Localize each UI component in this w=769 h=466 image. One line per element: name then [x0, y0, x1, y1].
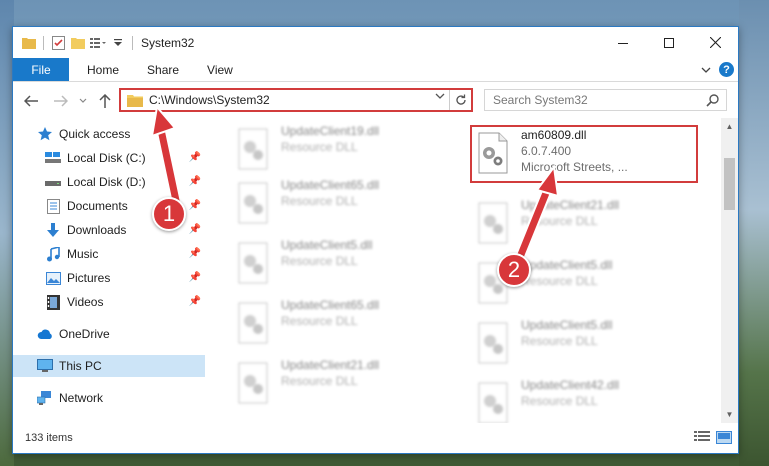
new-folder-icon[interactable] [70, 35, 86, 51]
back-arrow-icon [24, 95, 38, 107]
title-bar: System32 [13, 27, 738, 58]
music-icon [45, 246, 61, 262]
list-item[interactable]: UpdateClient21.dll Resource DLL [233, 357, 463, 407]
documents-icon [45, 198, 61, 214]
list-item[interactable]: UpdateClient42.dll Resource DLL [473, 377, 703, 427]
scroll-up-icon[interactable]: ▲ [721, 118, 738, 135]
sidebar-item-network[interactable]: Network [13, 387, 205, 409]
forward-button[interactable] [51, 91, 71, 111]
vertical-scrollbar[interactable]: ▲ ▼ [721, 118, 738, 423]
pin-icon[interactable]: 📌 [189, 296, 201, 307]
maximize-button[interactable] [646, 27, 692, 58]
list-item[interactable]: UpdateClient65.dll Resource DLL [233, 177, 463, 227]
list-item[interactable]: UpdateClient5.dll Resource DLL [233, 237, 463, 287]
large-icons-view-icon[interactable] [716, 431, 732, 447]
minimize-icon [618, 42, 628, 44]
address-bar[interactable]: C:\Windows\System32 [119, 88, 473, 112]
window-controls [600, 27, 738, 58]
sidebar-item-this-pc[interactable]: This PC [13, 355, 205, 377]
properties-icon[interactable] [50, 35, 66, 51]
this-pc-icon [37, 358, 53, 374]
address-path: C:\Windows\System32 [149, 93, 270, 107]
sidebar-item-local-disk-c[interactable]: Local Disk (C:) 📌 [13, 147, 205, 169]
help-icon[interactable]: ? [719, 62, 734, 77]
up-arrow-icon [99, 94, 111, 108]
sidebar-item-pictures[interactable]: Pictures 📌 [13, 267, 205, 289]
folder-icon [21, 35, 37, 51]
dll-file-icon [478, 202, 508, 244]
customize-toolbar-icon[interactable] [90, 35, 106, 51]
pin-icon[interactable]: 📌 [189, 200, 201, 211]
up-button[interactable] [95, 91, 115, 111]
onedrive-icon [37, 326, 53, 342]
sidebar-item-music[interactable]: Music 📌 [13, 243, 205, 265]
dll-file-icon [478, 322, 508, 364]
close-icon [709, 37, 721, 48]
callout-badge-one: 1 [152, 197, 186, 231]
pin-icon[interactable]: 📌 [189, 272, 201, 283]
dll-file-icon [238, 302, 268, 344]
search-placeholder: Search System32 [493, 93, 588, 107]
highlight-box [470, 125, 698, 183]
expand-ribbon-icon[interactable] [701, 63, 711, 77]
back-button[interactable] [21, 91, 41, 111]
recent-locations-button[interactable] [73, 91, 93, 111]
file-explorer-window: System32 File Home Share View ? C:\Windo… [12, 26, 739, 454]
desktop-background-right [739, 0, 769, 466]
ribbon-tabs: File Home Share View ? [13, 58, 738, 82]
drive-icon [45, 174, 61, 190]
minimize-button[interactable] [600, 27, 646, 58]
list-item[interactable]: UpdateClient65.dll Resource DLL [233, 297, 463, 347]
list-item[interactable]: UpdateClient21.dll Resource DLL [473, 197, 703, 247]
sidebar-item-videos[interactable]: Videos 📌 [13, 291, 205, 313]
window-title: System32 [141, 35, 195, 50]
pictures-icon [45, 270, 61, 286]
chevron-down-icon [79, 98, 87, 103]
list-item[interactable]: UpdateClient19.dll Resource DLL [233, 123, 463, 173]
tab-home[interactable]: Home [73, 58, 133, 81]
dll-file-icon [238, 128, 268, 170]
dll-file-icon [238, 362, 268, 404]
address-dropdown-icon[interactable] [435, 92, 445, 103]
details-view-icon[interactable] [694, 431, 710, 447]
network-icon [37, 390, 53, 406]
drive-icon [45, 150, 61, 166]
dll-file-icon [238, 182, 268, 224]
status-bar: 133 items [13, 423, 738, 453]
pin-icon[interactable]: 📌 [189, 176, 201, 187]
folder-icon [127, 94, 143, 107]
sidebar-item-local-disk-d[interactable]: Local Disk (D:) 📌 [13, 171, 205, 193]
search-icon[interactable] [706, 93, 720, 110]
dll-file-icon [478, 382, 508, 424]
callout-badge-two: 2 [497, 253, 531, 287]
tab-view[interactable]: View [193, 58, 247, 81]
forward-arrow-icon [54, 95, 68, 107]
quick-access-toolbar [13, 27, 135, 58]
star-icon [37, 126, 53, 142]
search-input[interactable]: Search System32 [484, 89, 727, 111]
pin-icon[interactable]: 📌 [189, 224, 201, 235]
scroll-down-icon[interactable]: ▼ [721, 406, 738, 423]
chevron-down-icon[interactable] [110, 35, 126, 51]
videos-icon [45, 294, 61, 310]
close-button[interactable] [692, 27, 738, 58]
sidebar-item-quick-access[interactable]: Quick access [13, 123, 205, 145]
tab-file[interactable]: File [13, 58, 69, 81]
refresh-icon [455, 94, 466, 105]
item-count: 133 items [25, 432, 73, 444]
dll-file-icon [238, 242, 268, 284]
pin-icon[interactable]: 📌 [189, 248, 201, 259]
tab-share[interactable]: Share [133, 58, 193, 81]
list-item[interactable]: UpdateClient5.dll Resource DLL [473, 317, 703, 367]
downloads-icon [45, 222, 61, 238]
maximize-icon [664, 37, 674, 48]
scrollbar-thumb[interactable] [724, 158, 735, 210]
sidebar-item-onedrive[interactable]: OneDrive [13, 323, 205, 345]
refresh-button[interactable] [449, 90, 471, 110]
navigation-bar: C:\Windows\System32 Search System32 [13, 82, 738, 118]
pin-icon[interactable]: 📌 [189, 152, 201, 163]
navigation-pane: Quick access Local Disk (C:) 📌 Local Dis… [13, 123, 205, 423]
